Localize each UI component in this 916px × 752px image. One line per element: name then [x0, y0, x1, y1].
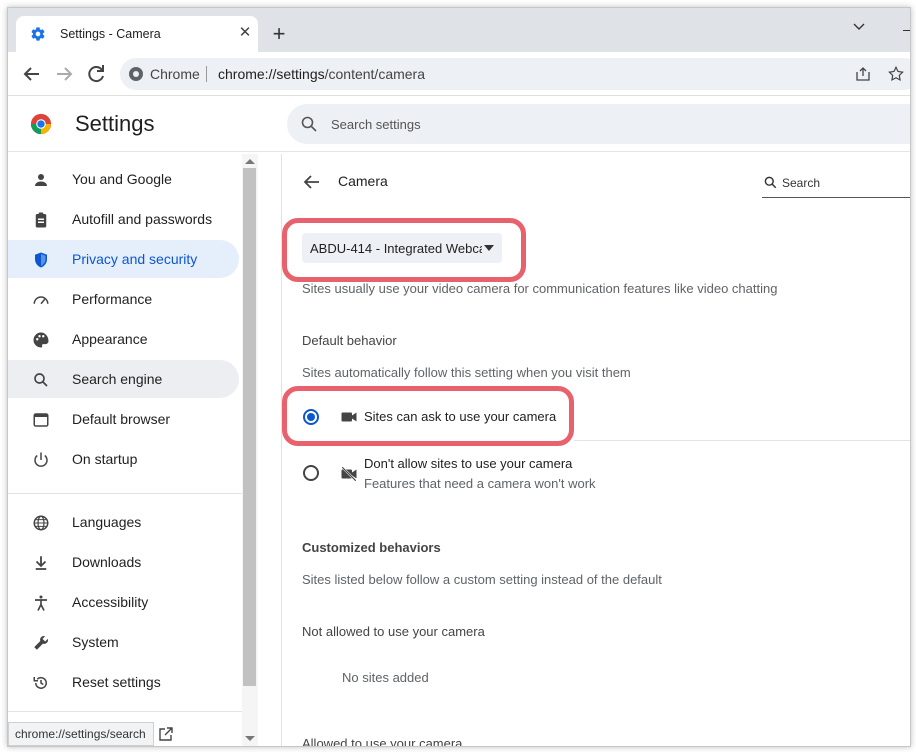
row-divider [574, 440, 910, 441]
sidebar-item-on-startup[interactable]: On startup [8, 440, 239, 478]
omnibox-chip: Chrome [150, 66, 200, 82]
tab-title: Settings - Camera [60, 27, 161, 41]
omnibox-separator [206, 66, 207, 82]
new-tab-button[interactable]: + [267, 23, 291, 47]
option-block-sublabel: Features that need a camera won't work [364, 476, 596, 491]
status-url-tooltip: chrome://settings/search [8, 722, 154, 746]
browser-window: Settings - Camera ✕ + Chrome chrome://se… [7, 7, 911, 747]
reset-history-icon [33, 676, 47, 689]
url-path: /content/camera [324, 66, 425, 82]
chrome-logo-icon [30, 113, 52, 135]
power-icon [34, 452, 48, 467]
search-icon [301, 116, 317, 132]
sidebar-item-languages[interactable]: Languages [8, 503, 239, 541]
browser-toolbar: Chrome chrome://settings/content/camera [8, 52, 910, 96]
page-title: Settings [75, 111, 155, 136]
sidebar-scrollbar[interactable] [242, 154, 258, 746]
speedometer-icon [33, 296, 49, 305]
back-icon[interactable] [20, 62, 44, 86]
sidebar-item-label: Default browser [72, 411, 171, 427]
camera-description: Sites usually use your video camera for … [302, 281, 778, 296]
sidebar-item-label: Appearance [72, 331, 148, 347]
not-allowed-heading: Not allowed to use your camera [302, 624, 485, 639]
reload-icon[interactable] [84, 62, 108, 86]
forward-icon[interactable] [52, 62, 76, 86]
chrome-icon [129, 67, 143, 81]
customized-behaviors-description: Sites listed below follow a custom setti… [302, 572, 662, 587]
scrollbar-thumb[interactable] [243, 168, 256, 686]
palette-icon [33, 332, 49, 348]
no-sites-added: No sites added [342, 670, 429, 685]
gear-icon [31, 27, 45, 41]
camera-settings-page: Camera ABDU-414 - Integrated Webcam Site… [282, 154, 910, 747]
customized-behaviors-heading: Customized behaviors [302, 540, 441, 555]
sidebar-item-downloads[interactable]: Downloads [8, 543, 239, 581]
url-text[interactable]: chrome://settings/content/camera [218, 66, 425, 82]
tab-settings[interactable]: Settings - Camera ✕ [16, 16, 258, 52]
settings-sidebar: You and Google Autofill and passwords Pr… [8, 154, 258, 746]
default-behavior-heading: Default behavior [302, 333, 397, 348]
sidebar-item-label: On startup [72, 451, 138, 467]
sidebar-item-label: Reset settings [72, 674, 161, 690]
sidebar-item-label: System [72, 634, 119, 650]
minimize-button[interactable] [903, 30, 910, 31]
subpage-search-input[interactable] [782, 174, 902, 192]
accessibility-icon [35, 595, 47, 611]
sidebar-item-reset[interactable]: Reset settings [8, 663, 239, 701]
url-host: chrome://settings [218, 66, 325, 82]
sidebar-item-appearance[interactable]: Appearance [8, 320, 239, 358]
address-bar[interactable]: Chrome chrome://settings/content/camera [120, 58, 910, 90]
browser-window-icon [33, 413, 49, 427]
sidebar-item-you-and-google[interactable]: You and Google [8, 160, 239, 198]
sidebar-item-performance[interactable]: Performance [8, 280, 239, 318]
sidebar-item-label: Autofill and passwords [72, 211, 213, 227]
sidebar-divider [8, 711, 242, 712]
search-settings-input[interactable] [331, 114, 731, 134]
settings-search[interactable] [287, 104, 910, 144]
sidebar-item-search-engine[interactable]: Search engine [8, 360, 239, 398]
tab-strip: Settings - Camera ✕ + [8, 8, 910, 52]
chevron-down-icon[interactable] [851, 18, 867, 34]
back-arrow-icon[interactable] [302, 172, 322, 192]
sidebar-item-default-browser[interactable]: Default browser [8, 400, 239, 438]
radio-block[interactable] [303, 465, 319, 481]
videocam-off-icon [341, 466, 357, 482]
highlight-box-device [282, 218, 526, 282]
sidebar-item-autofill[interactable]: Autofill and passwords [8, 200, 239, 238]
search-icon [34, 373, 48, 387]
clipboard-icon [35, 212, 47, 228]
scroll-up-arrow-icon[interactable] [245, 159, 255, 164]
sidebar-item-label: Downloads [72, 554, 142, 570]
person-icon [35, 174, 47, 186]
sidebar-item-label: Accessibility [72, 594, 149, 610]
settings-header: Settings [8, 96, 910, 152]
sidebar-item-system[interactable]: System [8, 623, 239, 661]
sidebar-item-accessibility[interactable]: Accessibility [8, 583, 239, 621]
default-behavior-description: Sites automatically follow this setting … [302, 365, 631, 380]
bookmark-star-icon[interactable] [887, 65, 905, 83]
allowed-heading: Allowed to use your camera [302, 736, 463, 747]
sidebar-item-label: Performance [72, 291, 153, 307]
download-icon [35, 556, 47, 570]
sidebar-item-label: Languages [72, 514, 142, 530]
sidebar-item-label: You and Google [72, 171, 172, 187]
sidebar-divider [8, 493, 242, 494]
shield-icon [35, 252, 47, 268]
subpage-title: Camera [338, 173, 388, 189]
close-tab-icon[interactable]: ✕ [236, 24, 254, 42]
external-link-icon[interactable] [158, 726, 174, 742]
wrench-icon [34, 636, 48, 650]
share-icon[interactable] [855, 66, 871, 82]
sidebar-item-label: Privacy and security [72, 251, 198, 267]
subpage-search[interactable] [762, 170, 910, 198]
sidebar-item-privacy[interactable]: Privacy and security [8, 240, 239, 278]
search-icon [764, 176, 777, 189]
highlight-box-option [282, 386, 574, 446]
scroll-down-arrow-icon[interactable] [245, 736, 255, 741]
option-block-label[interactable]: Don't allow sites to use your camera [364, 456, 572, 471]
sidebar-item-label: Search engine [72, 371, 163, 387]
globe-icon [33, 515, 49, 531]
